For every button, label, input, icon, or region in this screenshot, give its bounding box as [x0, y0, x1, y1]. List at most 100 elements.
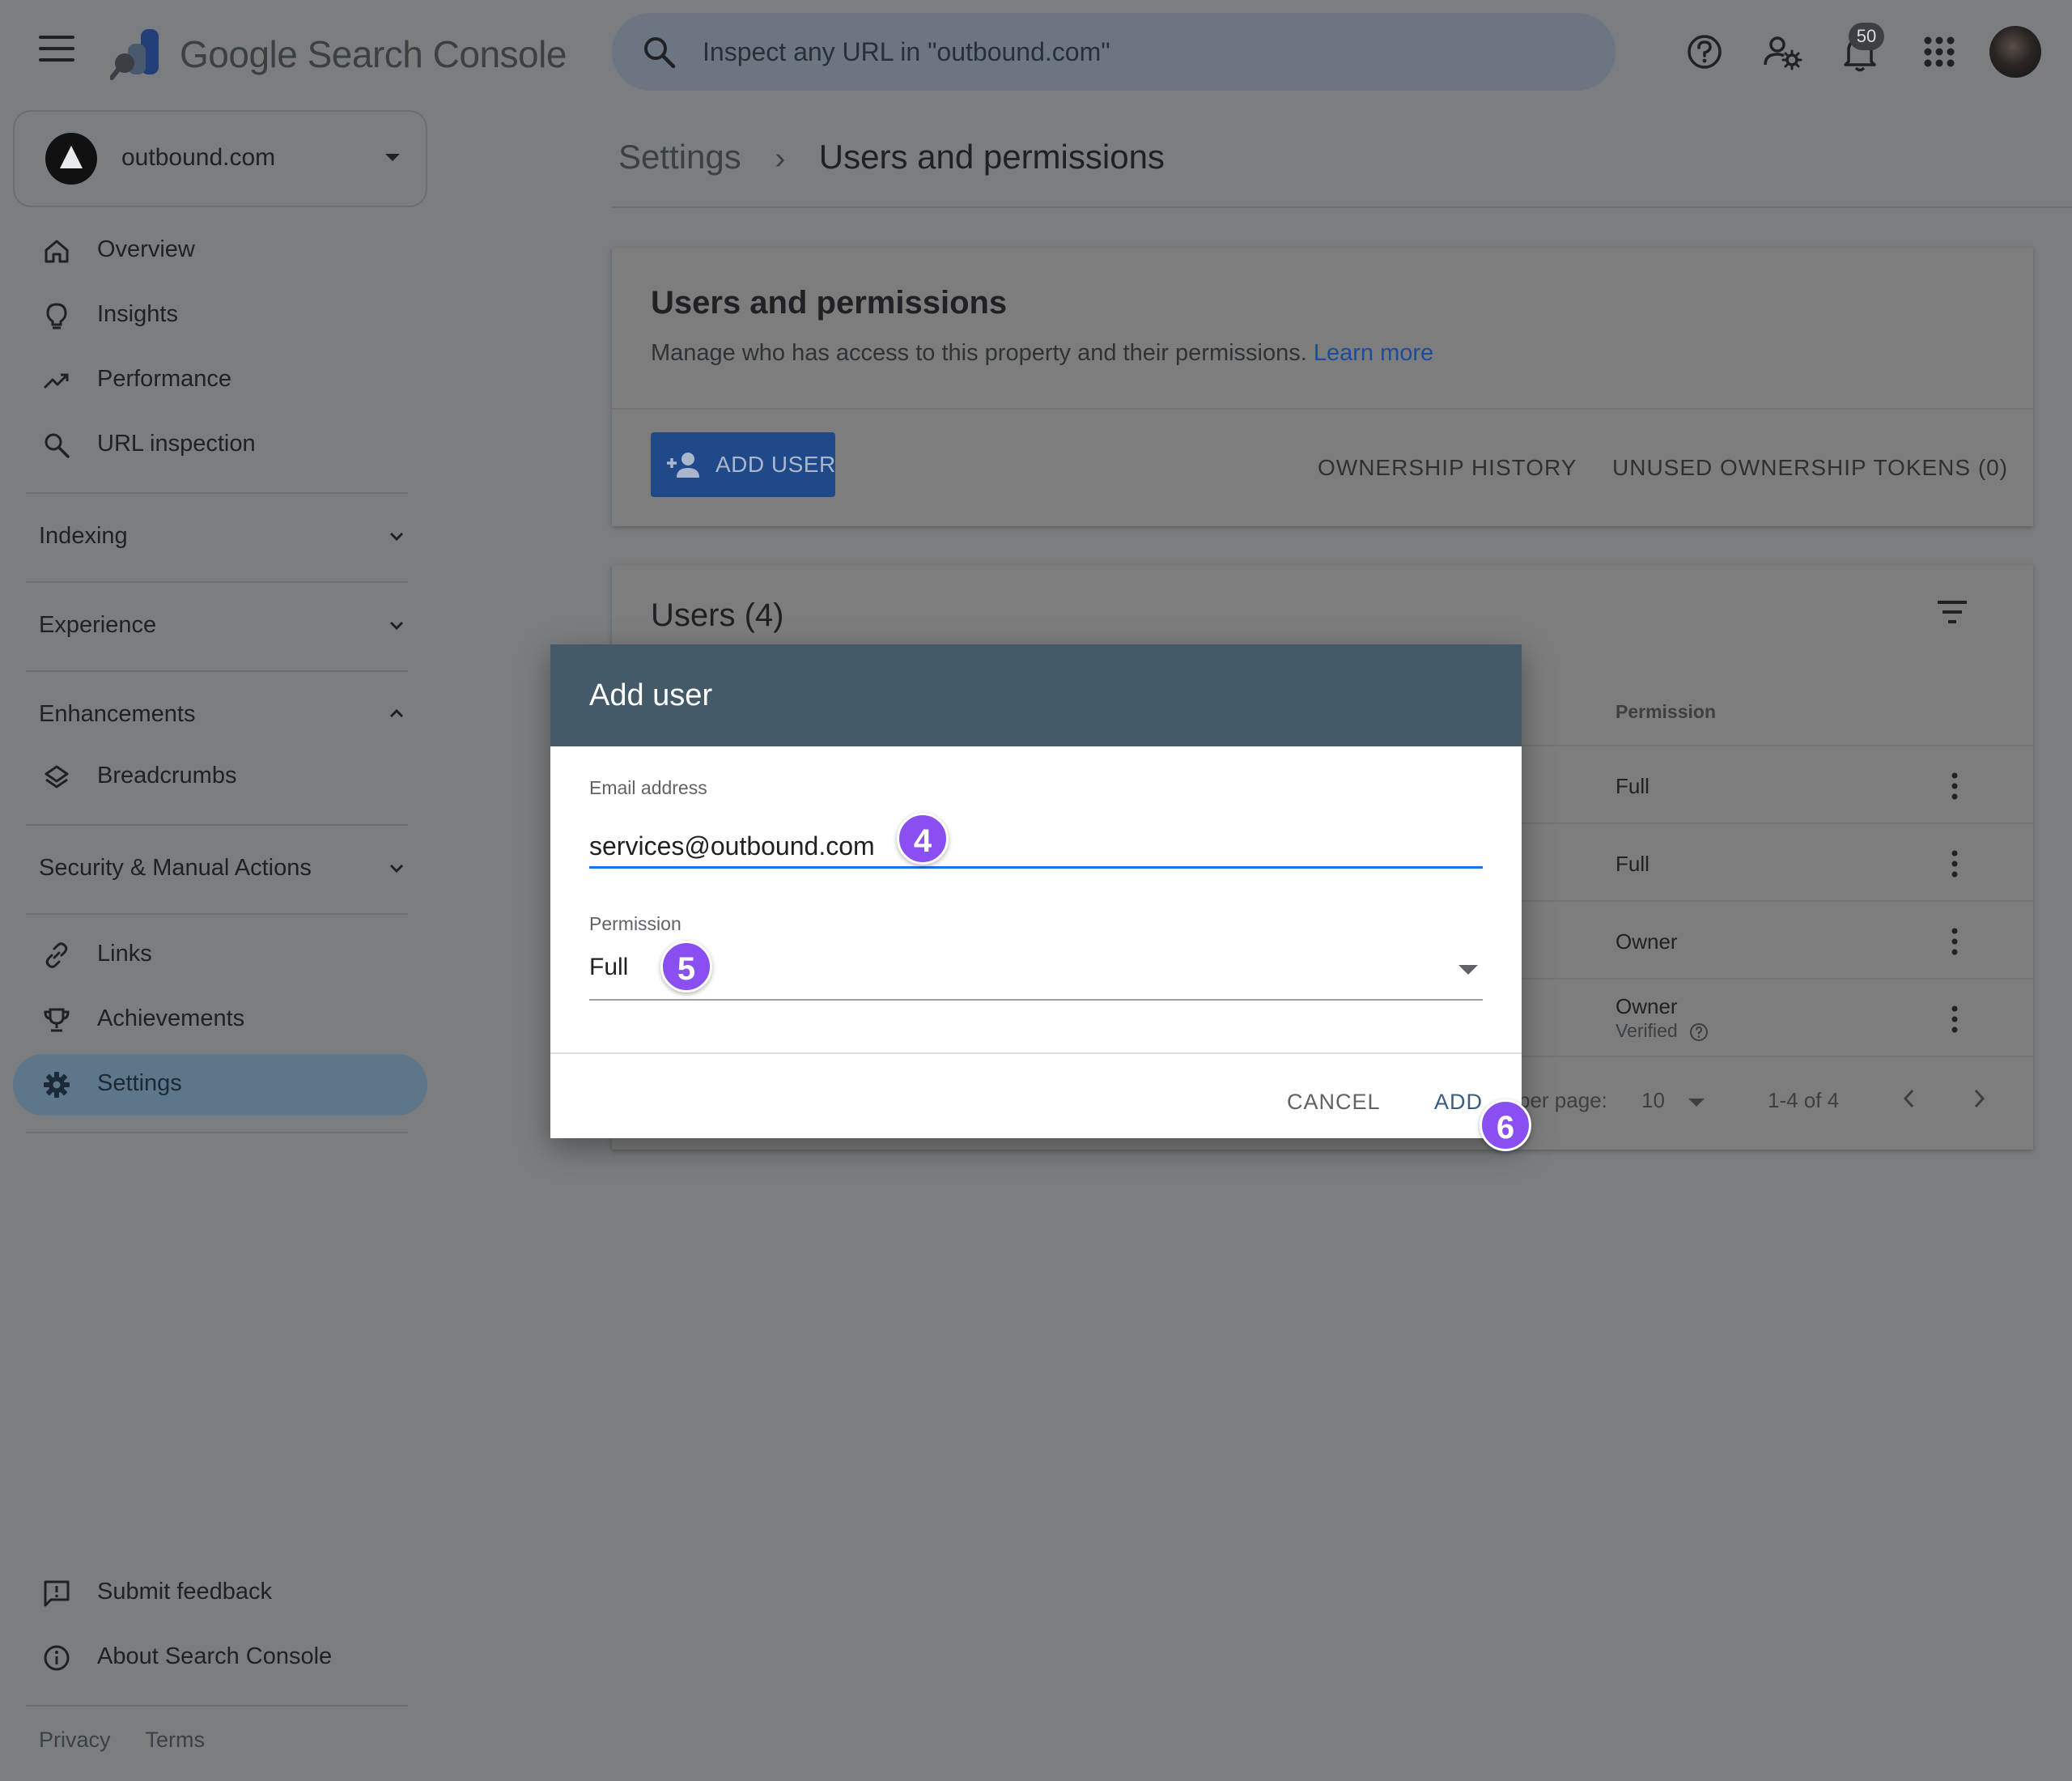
- card-title: Users and permissions: [651, 285, 1008, 321]
- chevron-down-icon: [389, 621, 404, 631]
- lightbulb-icon: [46, 303, 67, 329]
- help-icon[interactable]: [1682, 29, 1727, 74]
- add-user-button[interactable]: ADD USER: [651, 432, 835, 497]
- sidebar-item-performance[interactable]: Performance: [13, 350, 427, 411]
- permission-select[interactable]: Full: [589, 947, 1483, 997]
- layers-icon: [45, 765, 69, 788]
- section-label: Security & Manual Actions: [39, 855, 312, 881]
- menu-icon[interactable]: [39, 36, 74, 68]
- sidebar-divider: [26, 492, 408, 494]
- chevron-right-icon[interactable]: [1970, 1086, 1989, 1111]
- terms-link[interactable]: Terms: [146, 1728, 206, 1752]
- sidebar-item-insights[interactable]: Insights: [13, 285, 427, 346]
- add-user-dialog: Add user Email address Permission Full C…: [550, 644, 1522, 1138]
- triangle-icon: [60, 146, 83, 168]
- pagination-range: 1-4 of 4: [1768, 1088, 1840, 1112]
- property-selector[interactable]: outbound.com: [13, 110, 427, 207]
- section-label: Experience: [39, 612, 157, 638]
- sidebar-item-breadcrumbs[interactable]: Breadcrumbs: [13, 746, 427, 808]
- footer-links: Privacy Terms: [39, 1728, 234, 1753]
- add-user-label: ADD USER: [715, 452, 836, 477]
- section-label: Indexing: [39, 523, 128, 549]
- search-input[interactable]: [703, 29, 1577, 74]
- sidebar-section-enhancements[interactable]: Enhancements: [13, 683, 414, 745]
- breadcrumb-current: Users and permissions: [818, 138, 1165, 176]
- sidebar-item-links[interactable]: Links: [13, 925, 427, 986]
- sidebar-item-label: Performance: [97, 366, 232, 392]
- email-field[interactable]: [589, 826, 1483, 866]
- gear-icon: [44, 1072, 70, 1098]
- info-icon: [44, 1645, 70, 1671]
- search-settings-icon[interactable]: [1760, 29, 1805, 74]
- sidebar-item-label: URL inspection: [97, 431, 256, 457]
- sidebar-item-overview[interactable]: Overview: [13, 220, 427, 282]
- row-permission: Owner: [1616, 929, 1678, 954]
- sidebar-section-indexing[interactable]: Indexing: [13, 505, 414, 567]
- row-permission-sub: Verified: [1616, 1020, 1709, 1042]
- users-title: Users (4): [651, 597, 784, 633]
- dialog-header: Add user: [550, 644, 1522, 746]
- sidebar-section-experience[interactable]: Experience: [13, 594, 414, 656]
- breadcrumb-parent[interactable]: Settings: [618, 138, 741, 176]
- sidebar-item-label: Breadcrumbs: [97, 763, 237, 788]
- add-button[interactable]: ADD: [1434, 1082, 1483, 1122]
- sidebar-item-label: Insights: [97, 301, 178, 327]
- sidebar-divider: [26, 913, 408, 915]
- breadcrumb: Settings › Users and permissions: [618, 138, 1165, 176]
- more-vert-icon[interactable]: [1949, 1005, 1960, 1033]
- permission-column-header: Permission: [1616, 701, 1716, 722]
- step-marker-4: 4: [897, 813, 949, 865]
- verified-label: Verified: [1616, 1020, 1678, 1041]
- learn-more-link[interactable]: Learn more: [1314, 340, 1433, 366]
- sidebar-item-label: Settings: [97, 1070, 182, 1096]
- cancel-button[interactable]: CANCEL: [1287, 1082, 1381, 1122]
- more-vert-icon[interactable]: [1949, 772, 1960, 800]
- sidebar-item-submit-feedback[interactable]: Submit feedback: [13, 1562, 427, 1624]
- ownership-history-button[interactable]: OWNERSHIP HISTORY: [1318, 455, 1577, 481]
- chevron-up-icon: [389, 708, 404, 718]
- help-outline-icon[interactable]: [1689, 1022, 1709, 1042]
- step-marker-6: 6: [1480, 1099, 1531, 1151]
- unused-tokens-button[interactable]: UNUSED OWNERSHIP TOKENS (0): [1612, 455, 2008, 481]
- email-underline: [589, 866, 1483, 869]
- sidebar-item-url-inspection[interactable]: URL inspection: [13, 414, 427, 476]
- trending-up-icon: [43, 373, 69, 389]
- sidebar-item-about[interactable]: About Search Console: [13, 1627, 427, 1689]
- chevron-down-icon: [389, 864, 404, 873]
- card-description: Manage who has access to this property a…: [651, 340, 1433, 367]
- chevron-left-icon[interactable]: [1899, 1086, 1918, 1111]
- row-permission: Full: [1616, 852, 1650, 876]
- link-icon: [45, 942, 68, 968]
- property-name: outbound.com: [121, 144, 276, 171]
- step-marker-5: 5: [660, 941, 712, 993]
- dialog-divider: [550, 1052, 1522, 1054]
- caret-down-icon: [1458, 965, 1478, 975]
- sidebar-item-label: Achievements: [97, 1005, 245, 1031]
- sidebar-item-settings[interactable]: Settings: [13, 1054, 427, 1116]
- rows-per-page-select[interactable]: 10: [1641, 1088, 1665, 1113]
- more-vert-icon[interactable]: [1949, 850, 1960, 878]
- sidebar-item-label: Overview: [97, 236, 195, 262]
- search-console-logo-icon: [110, 29, 159, 80]
- sidebar-divider: [26, 581, 408, 583]
- sidebar-item-achievements[interactable]: Achievements: [13, 989, 427, 1051]
- sidebar-section-security[interactable]: Security & Manual Actions: [13, 837, 414, 899]
- rows-per-page-label: per page:: [1518, 1088, 1607, 1112]
- home-icon: [45, 240, 69, 263]
- sidebar-item-label: Submit feedback: [97, 1579, 273, 1605]
- filter-icon[interactable]: [1934, 597, 1970, 627]
- description-text: Manage who has access to this property a…: [651, 340, 1307, 366]
- caret-down-icon: [385, 154, 400, 161]
- account-avatar[interactable]: [1989, 26, 2041, 78]
- sidebar-divider: [26, 1132, 408, 1133]
- more-vert-icon[interactable]: [1949, 928, 1960, 955]
- sidebar-divider: [26, 824, 408, 826]
- privacy-link[interactable]: Privacy: [39, 1728, 111, 1752]
- trophy-icon: [44, 1008, 70, 1032]
- caret-down-icon[interactable]: [1688, 1099, 1705, 1107]
- section-label: Enhancements: [39, 701, 196, 727]
- apps-icon[interactable]: [1917, 29, 1962, 74]
- url-inspection-search[interactable]: [612, 13, 1616, 91]
- search-console-app: Google Search Console 50: [0, 0, 2072, 1781]
- search-icon: [644, 37, 676, 69]
